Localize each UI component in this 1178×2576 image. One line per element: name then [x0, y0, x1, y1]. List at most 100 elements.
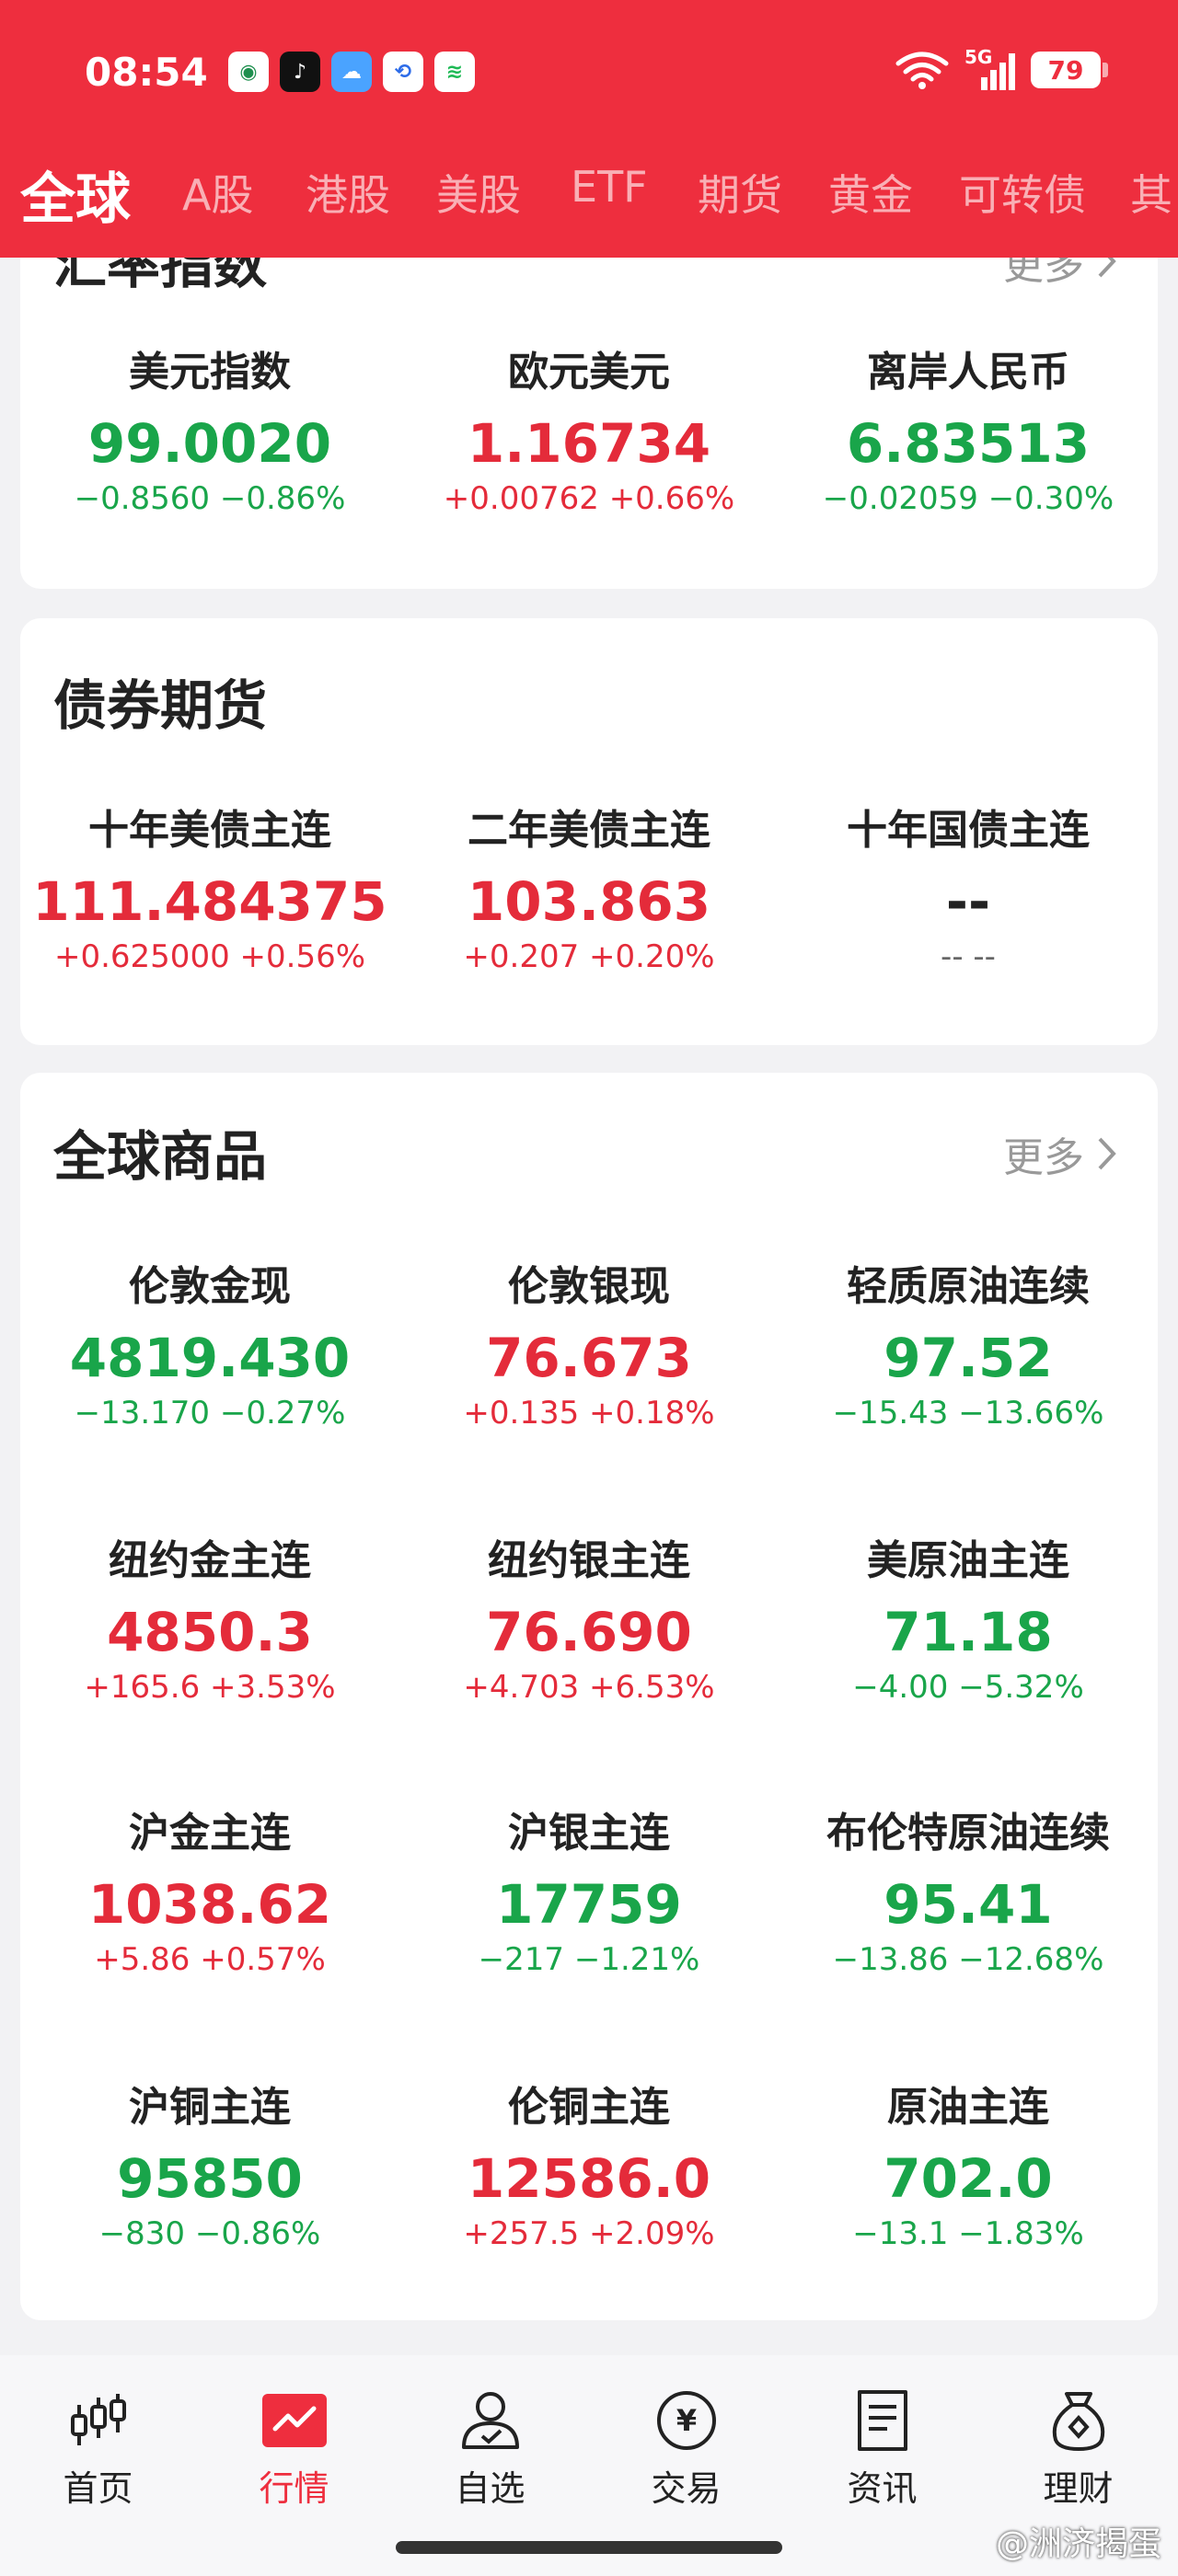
tab-convertible-bonds[interactable]: 可转债	[959, 162, 1086, 223]
quote-cell[interactable]: 沪铜主连 95850 −830 −0.86%	[20, 2074, 399, 2252]
quote-change: +0.207 +0.20%	[463, 938, 715, 975]
nav-watchlist[interactable]: 自选	[392, 2388, 588, 2511]
user-check-icon	[461, 2392, 519, 2449]
bond-futures-title: 债券期货	[53, 674, 268, 737]
quote-change: −0.8560 −0.86%	[74, 480, 346, 517]
quote-change: +0.625000 +0.56%	[53, 938, 366, 975]
quote-price: 4819.430	[69, 1327, 351, 1389]
commodities-more-label: 更多	[1003, 1134, 1084, 1181]
quote-name: 美元指数	[129, 349, 291, 396]
quote-cell[interactable]: 轻质原油连续 97.52 −15.43 −13.66%	[779, 1253, 1158, 1432]
quote-cell[interactable]: 欧元美元 1.16734 +0.00762 +0.66%	[399, 339, 779, 517]
quote-name: 伦敦金现	[129, 1263, 291, 1310]
tiktok-icon: ♪	[280, 52, 320, 92]
quote-name: 伦铜主连	[508, 2084, 670, 2131]
tab-hk-stocks[interactable]: 港股	[306, 162, 390, 223]
quote-price: 1038.62	[87, 1873, 332, 1936]
network-type: 5G	[964, 46, 993, 68]
quote-name: 原油主连	[887, 2084, 1049, 2131]
quote-name: 纽约金主连	[109, 1537, 311, 1584]
news-document-icon	[857, 2390, 907, 2451]
signal-icon: 5G	[964, 46, 1016, 90]
quote-name: 十年美债主连	[88, 807, 331, 854]
quote-change: −0.02059 −0.30%	[822, 480, 1114, 517]
tab-futures[interactable]: 期货	[698, 162, 782, 223]
quote-name: 美原油主连	[867, 1537, 1069, 1584]
quote-cell[interactable]: 美元指数 99.0020 −0.8560 −0.86%	[20, 339, 399, 517]
nav-news[interactable]: 资讯	[784, 2388, 980, 2511]
quote-cell[interactable]: 美原油主连 71.18 −4.00 −5.32%	[779, 1527, 1158, 1706]
quote-price: 76.690	[486, 1601, 692, 1663]
market-tabs: 全球 A股 港股 美股 ETF 期货 黄金 可转债 其	[0, 155, 1178, 237]
quote-change: +0.00762 +0.66%	[443, 480, 735, 517]
quote-cell[interactable]: 伦铜主连 12586.0 +257.5 +2.09%	[399, 2074, 779, 2252]
quote-price: 6.83513	[846, 412, 1091, 475]
quote-name: 伦敦银现	[508, 1263, 670, 1310]
quote-name: 轻质原油连续	[847, 1263, 1090, 1310]
svg-text:¥: ¥	[676, 2403, 696, 2438]
quote-cell[interactable]: 纽约金主连 4850.3 +165.6 +3.53%	[20, 1527, 399, 1706]
quote-price: 97.52	[884, 1327, 1053, 1389]
quote-cell[interactable]: 离岸人民币 6.83513 −0.02059 −0.30%	[779, 339, 1158, 517]
tab-etf[interactable]: ETF	[571, 162, 648, 212]
money-bag-icon	[1052, 2392, 1104, 2451]
nav-label: 交易	[651, 2468, 722, 2509]
quote-cell[interactable]: 原油主连 702.0 −13.1 −1.83%	[779, 2074, 1158, 2252]
quote-change: +4.703 +6.53%	[463, 1669, 715, 1706]
wifi-icon	[895, 52, 949, 89]
nav-market[interactable]: 行情	[196, 2388, 392, 2511]
quote-name: 沪金主连	[129, 1810, 291, 1857]
quote-price: 76.673	[486, 1327, 692, 1389]
nav-label: 理财	[1043, 2468, 1114, 2509]
yen-coin-icon: ¥	[656, 2391, 716, 2450]
quote-change: +257.5 +2.09%	[463, 2215, 715, 2252]
tab-us-stocks[interactable]: 美股	[436, 162, 521, 223]
quote-cell[interactable]: 沪金主连 1038.62 +5.86 +0.57%	[20, 1800, 399, 1978]
quote-change: +5.86 +0.57%	[94, 1941, 326, 1978]
quote-price: 95850	[117, 2147, 303, 2210]
quote-price: 103.863	[467, 870, 711, 933]
nav-label: 自选	[455, 2468, 525, 2509]
nav-label: 首页	[63, 2468, 133, 2509]
quote-cell[interactable]: 纽约银主连 76.690 +4.703 +6.53%	[399, 1527, 779, 1706]
home-indicator[interactable]	[396, 2541, 782, 2554]
nav-home[interactable]: 首页	[0, 2388, 196, 2511]
quote-name: 十年国债主连	[847, 807, 1090, 854]
watermark: @洲济揭蛋	[995, 2525, 1161, 2563]
tab-global[interactable]: 全球	[20, 155, 131, 235]
quote-change: −13.1 −1.83%	[852, 2215, 1084, 2252]
quote-cell[interactable]: 布伦特原油连续 95.41 −13.86 −12.68%	[779, 1800, 1158, 1978]
bond-futures-card: 债券期货 十年美债主连 111.484375 +0.625000 +0.56% …	[20, 618, 1158, 1045]
nav-trade[interactable]: ¥ 交易	[588, 2388, 784, 2511]
quote-cell[interactable]: 伦敦银现 76.673 +0.135 +0.18%	[399, 1253, 779, 1432]
chevron-right-icon	[1098, 1137, 1116, 1170]
quote-change: -- --	[941, 938, 996, 975]
quote-name: 纽约银主连	[488, 1537, 690, 1584]
quote-change: −13.86 −12.68%	[832, 1941, 1104, 1978]
status-indicators: 5G 79	[895, 46, 1108, 90]
quote-change: +165.6 +3.53%	[84, 1669, 336, 1706]
nav-label: 行情	[259, 2468, 329, 2509]
weather-icon: ☁	[331, 52, 372, 92]
quote-name: 沪银主连	[508, 1810, 670, 1857]
quote-price: 17759	[496, 1873, 682, 1936]
nav-wealth[interactable]: 理财	[980, 2388, 1176, 2511]
candlestick-icon	[70, 2394, 126, 2445]
quote-cell[interactable]: 二年美债主连 103.863 +0.207 +0.20%	[399, 797, 779, 975]
commodities-more-link[interactable]: 更多	[1003, 1124, 1117, 1183]
app-notification-icon: ⟲	[383, 52, 423, 92]
quote-change: +0.135 +0.18%	[463, 1395, 715, 1432]
nav-label: 资讯	[847, 2468, 918, 2509]
quote-cell[interactable]: 伦敦金现 4819.430 −13.170 −0.27%	[20, 1253, 399, 1432]
quote-name: 二年美债主连	[468, 807, 710, 854]
global-commodities-card: 全球商品 更多 伦敦金现 4819.430 −13.170 −0.27% 伦敦银…	[20, 1073, 1158, 2320]
quote-cell[interactable]: 沪银主连 17759 −217 −1.21%	[399, 1800, 779, 1978]
quote-price: 95.41	[884, 1873, 1053, 1936]
tab-other[interactable]: 其	[1130, 162, 1172, 223]
tab-gold[interactable]: 黄金	[828, 162, 913, 223]
tab-a-shares[interactable]: A股	[182, 162, 253, 223]
quote-cell[interactable]: 十年国债主连 -- -- --	[779, 797, 1158, 975]
quote-price: 99.0020	[87, 412, 332, 475]
quote-price: 1.16734	[467, 412, 711, 475]
quote-cell[interactable]: 十年美债主连 111.484375 +0.625000 +0.56%	[20, 797, 399, 975]
